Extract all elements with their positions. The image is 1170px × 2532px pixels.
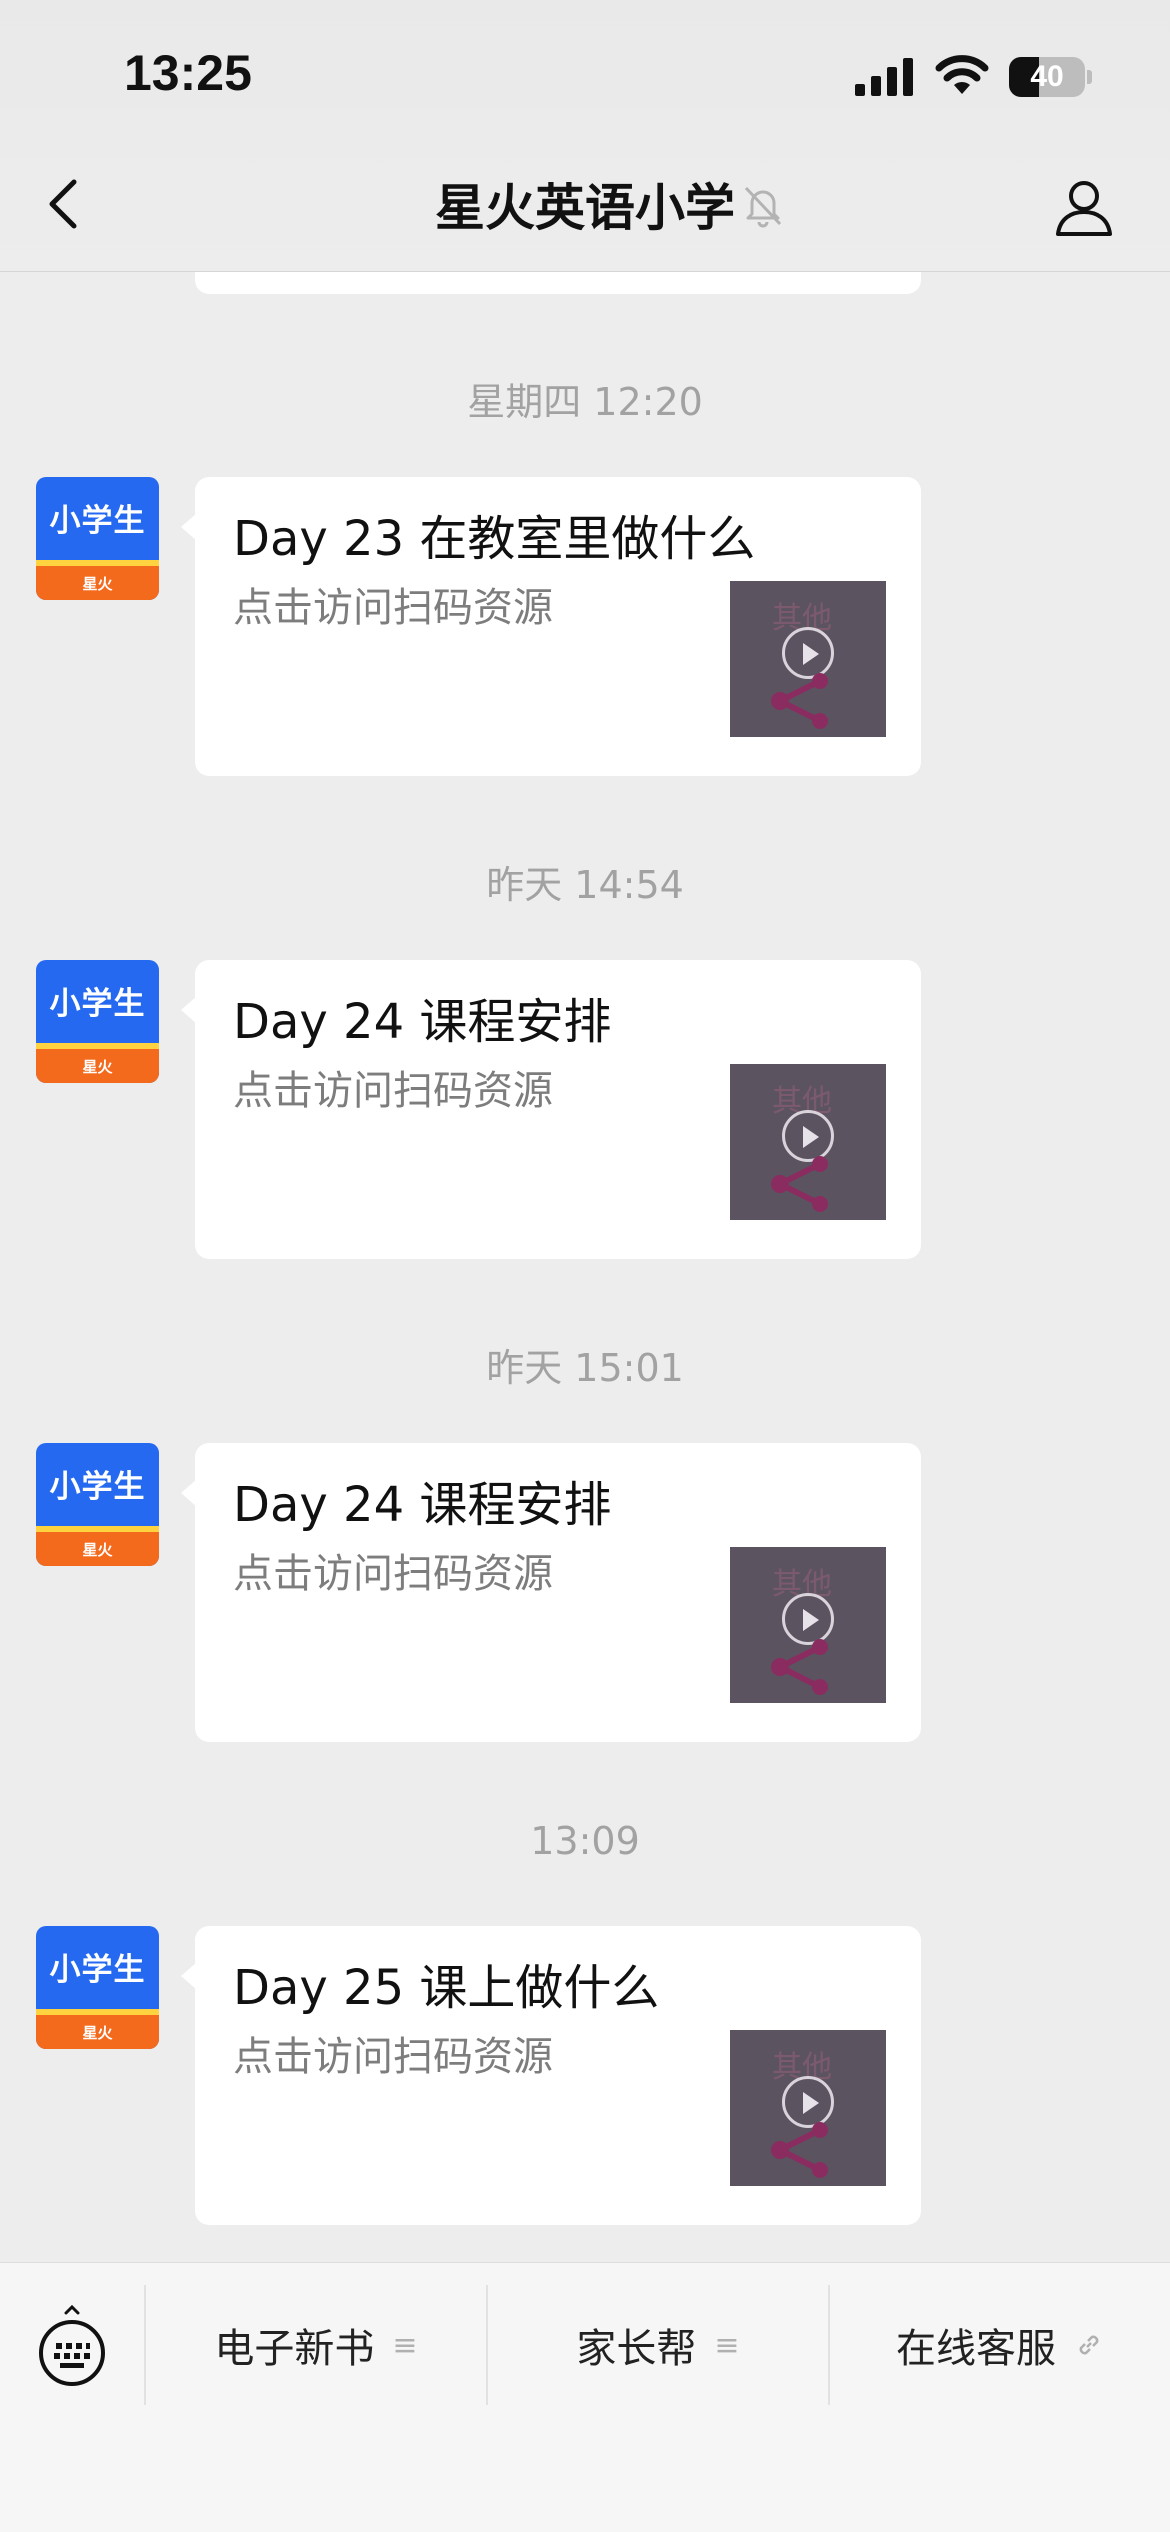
chat-area[interactable]: 星期四 12:20 小学生 星火 Day 23 在教室里做什么 点击访问扫码资源… <box>0 272 1170 2262</box>
card-description: 点击访问扫码资源 <box>233 1551 553 1597</box>
menu-item-parent-help[interactable]: 家长帮 ≡ <box>486 2285 828 2405</box>
battery-level: 40 <box>1030 60 1064 93</box>
card-description: 点击访问扫码资源 <box>233 1068 553 1114</box>
avatar-sub-text: 星火 <box>82 1541 113 1559</box>
avatar[interactable]: 小学生 星火 <box>36 1443 159 1566</box>
card-thumbnail: 其他 <box>730 2030 886 2186</box>
message-card[interactable]: Day 25 课上做什么 点击访问扫码资源 其他 <box>181 1926 921 2225</box>
profile-button[interactable] <box>1052 176 1116 240</box>
chat-title-text: 星火英语小学 <box>435 179 735 237</box>
message-timestamp: 13:09 <box>530 1819 640 1863</box>
avatar-brand-text: 小学生 <box>49 503 146 539</box>
status-time: 13:25 <box>124 45 252 101</box>
message-timestamp: 星期四 12:20 <box>467 380 703 424</box>
link-icon <box>1079 2335 1099 2355</box>
keyboard-toggle-button[interactable] <box>36 2305 108 2395</box>
avatar-brand-text: 小学生 <box>49 986 146 1022</box>
message-timestamp: 昨天 15:01 <box>486 1346 684 1390</box>
avatar-brand-text: 小学生 <box>49 1469 146 1505</box>
chat-title: 星火英语小学 <box>0 178 1170 238</box>
avatar[interactable]: 小学生 星火 <box>36 960 159 1083</box>
message-card[interactable]: Day 24 课程安排 点击访问扫码资源 其他 <box>181 960 921 1259</box>
share-graph-icon <box>771 1639 828 1695</box>
card-title: Day 24 课程安排 <box>233 994 612 1050</box>
battery-tip <box>1087 70 1092 84</box>
avatar-sub-text: 星火 <box>82 2024 113 2042</box>
battery-indicator: 40 <box>1009 57 1085 97</box>
avatar-sub-text: 星火 <box>82 1058 113 1076</box>
card-thumbnail: 其他 <box>730 1064 886 1220</box>
card-title: Day 25 课上做什么 <box>233 1960 660 2016</box>
menu-item-label: 电子新书 <box>214 2326 375 2372</box>
avatar-sub-text: 星火 <box>82 575 113 593</box>
cellular-signal-icon <box>855 58 913 96</box>
message-card[interactable]: Day 24 课程安排 点击访问扫码资源 其他 <box>181 1443 921 1742</box>
previous-message-bubble[interactable] <box>195 272 921 294</box>
card-thumbnail: 其他 <box>730 1547 886 1703</box>
avatar[interactable]: 小学生 星火 <box>36 477 159 600</box>
list-icon: ≡ <box>714 2327 740 2363</box>
share-graph-icon <box>771 673 828 729</box>
card-title: Day 23 在教室里做什么 <box>233 511 756 567</box>
menu-item-e-books[interactable]: 电子新书 ≡ <box>144 2285 486 2405</box>
message-card[interactable]: Day 23 在教室里做什么 点击访问扫码资源 其他 <box>181 477 921 776</box>
top-bar: 13:25 40 星火英语小学 <box>0 0 1170 272</box>
card-description: 点击访问扫码资源 <box>233 2034 553 2080</box>
mute-bell-icon <box>744 186 782 228</box>
avatar[interactable]: 小学生 星火 <box>36 1926 159 2049</box>
list-icon: ≡ <box>392 2327 418 2363</box>
avatar-brand-text: 小学生 <box>49 1952 146 1988</box>
menu-item-label: 家长帮 <box>576 2326 697 2372</box>
message-timestamp: 昨天 14:54 <box>486 863 684 907</box>
wifi-icon <box>935 55 989 94</box>
share-graph-icon <box>771 1156 828 1212</box>
card-description: 点击访问扫码资源 <box>233 585 553 631</box>
menu-item-label: 在线客服 <box>896 2326 1056 2372</box>
menu-item-online-service[interactable]: 在线客服 <box>828 2285 1170 2405</box>
bottom-menu-bar: 电子新书 ≡ 家长帮 ≡ 在线客服 <box>0 2262 1170 2532</box>
card-title: Day 24 课程安排 <box>233 1477 612 1533</box>
share-graph-icon <box>771 2122 828 2178</box>
card-thumbnail: 其他 <box>730 581 886 737</box>
